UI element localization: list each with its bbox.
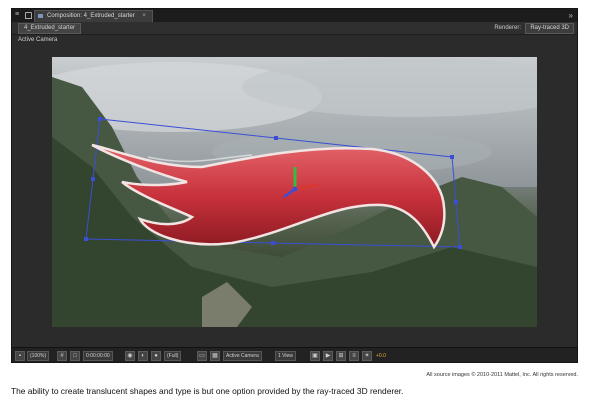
show-snapshot-icon[interactable]: ◐	[138, 351, 148, 361]
composition-subheader: 4_Extruded_starter Renderer: Ray-traced …	[12, 22, 577, 35]
fast-preview-icon[interactable]: ▶	[323, 351, 333, 361]
breadcrumb[interactable]: 4_Extruded_starter	[18, 23, 82, 34]
tab-composition-label: Composition: 4_Extruded_starter	[47, 13, 135, 19]
camera-snapshot-icon[interactable]: ◉	[125, 351, 135, 361]
timeline-icon[interactable]: ≡	[349, 351, 359, 361]
renderer-select[interactable]: Ray-traced 3D	[525, 23, 574, 34]
always-preview-icon[interactable]: ▪	[15, 351, 25, 361]
figure-caption: The ability to create translucent shapes…	[11, 386, 404, 396]
grid-icon[interactable]: #	[57, 351, 67, 361]
tab-composition[interactable]: Composition: 4_Extruded_starter ×	[34, 10, 153, 22]
panel-flyout-icon[interactable]: »	[569, 10, 573, 21]
color-channel-icon[interactable]: ●	[151, 351, 161, 361]
view-select[interactable]: Active Camera	[223, 351, 262, 361]
lock-icon[interactable]	[25, 12, 32, 19]
active-view-label: Active Camera	[18, 37, 58, 43]
composition-viewport[interactable]	[52, 57, 537, 327]
composition-toolbar: ▪ (100%) # □ 0:00:00:00 ◉ ◐ ● (Full) ▭ ▦…	[12, 347, 577, 362]
region-icon[interactable]: □	[70, 351, 80, 361]
composition-panel: ≡ Composition: 4_Extruded_starter × » 4_…	[11, 8, 578, 363]
exposure-icon[interactable]: ✶	[362, 351, 372, 361]
composition-icon	[38, 14, 43, 18]
close-icon[interactable]: ×	[142, 13, 146, 19]
timecode-field[interactable]: 0:00:00:00	[83, 351, 113, 361]
flowchart-icon[interactable]: ⊞	[336, 351, 346, 361]
view-layout-select[interactable]: 1 View	[275, 351, 296, 361]
layout-icon[interactable]: ▣	[310, 351, 320, 361]
scene-render	[52, 57, 537, 327]
exposure-value[interactable]: +0.0	[376, 351, 386, 361]
transparency-grid-icon[interactable]: ▦	[210, 351, 220, 361]
magnification-select[interactable]: (100%)	[27, 351, 50, 361]
image-credits: All source images © 2010-2011 Mattel, In…	[426, 372, 578, 378]
renderer-label: Renderer:	[494, 25, 521, 31]
panel-menu-icon[interactable]: ≡	[15, 11, 22, 19]
region-of-interest-icon[interactable]: ▭	[197, 351, 207, 361]
resolution-select[interactable]: (Full)	[164, 351, 182, 361]
panel-tab-bar: ≡ Composition: 4_Extruded_starter × »	[12, 9, 577, 22]
